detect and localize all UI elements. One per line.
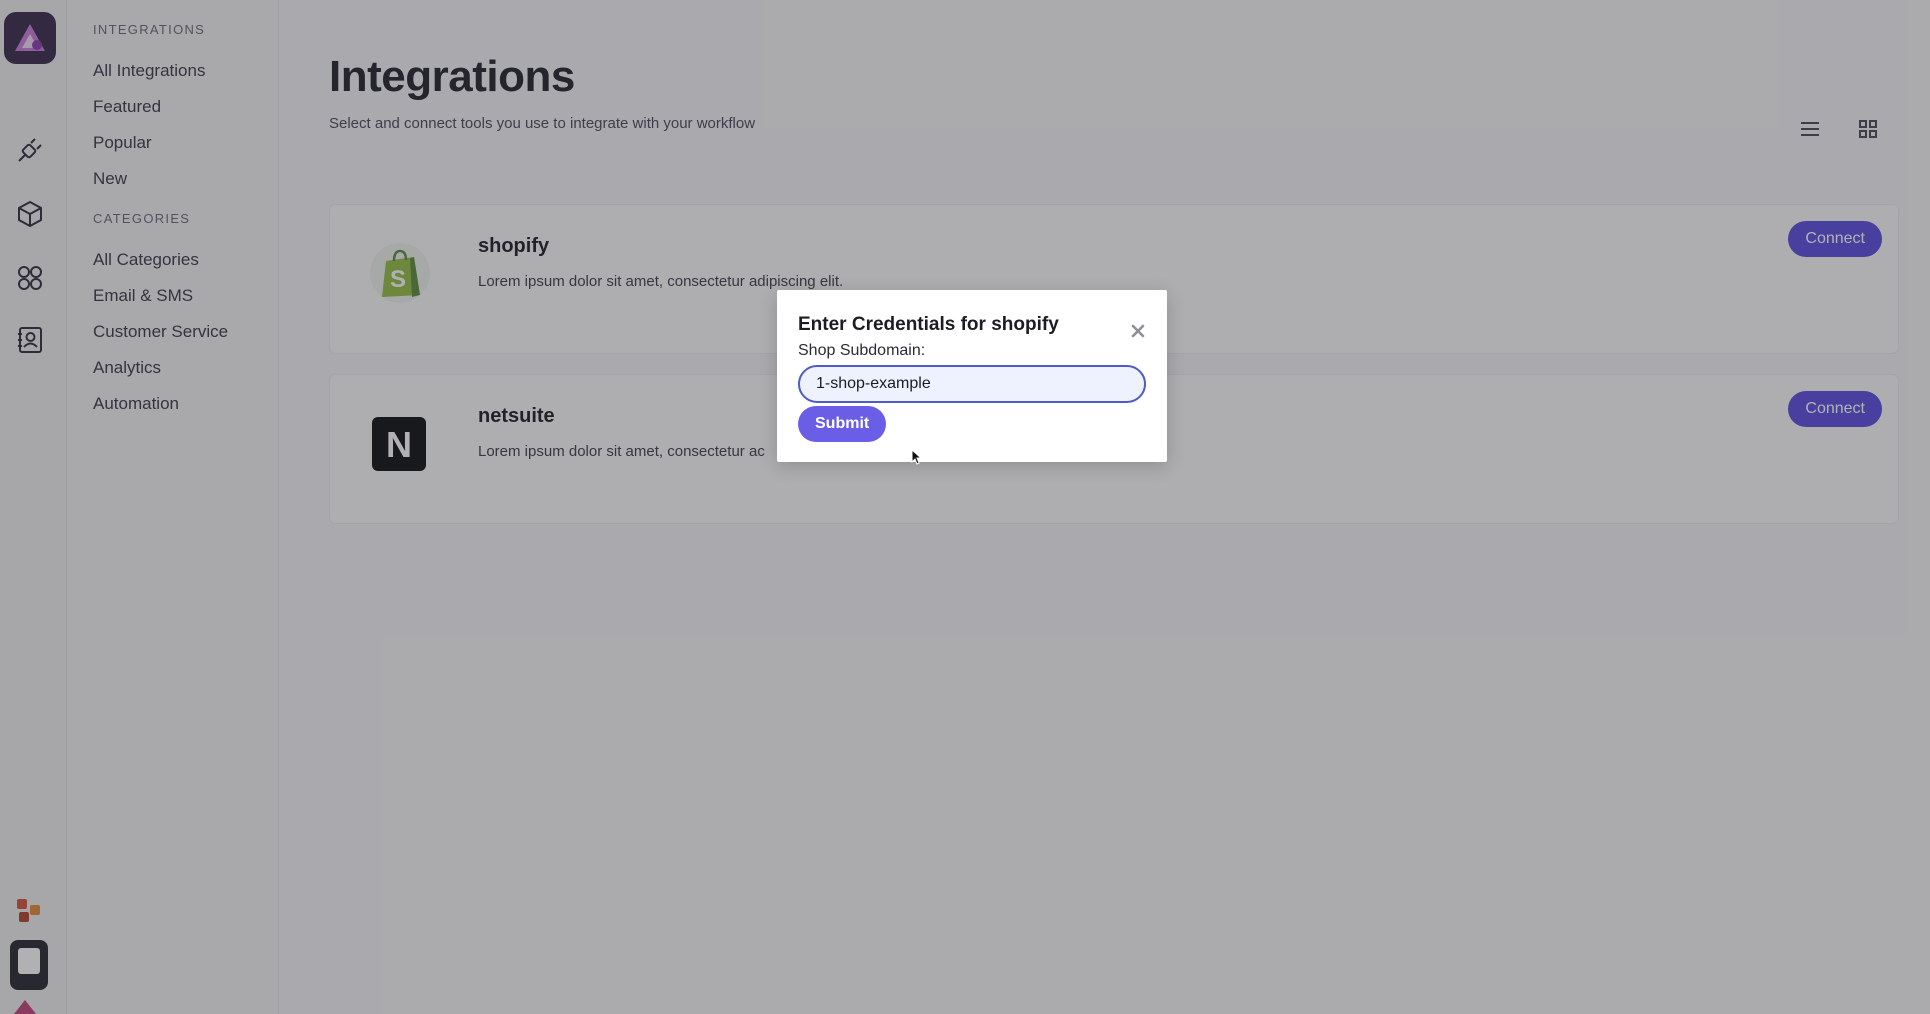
credentials-modal: Enter Credentials for shopify Shop Subdo…: [777, 290, 1167, 462]
modal-title: Enter Credentials for shopify: [798, 314, 1059, 335]
shop-subdomain-input[interactable]: [798, 365, 1146, 403]
mouse-cursor-icon: [911, 449, 923, 465]
shop-subdomain-label: Shop Subdomain:: [798, 342, 926, 359]
app-window: INTEGRATIONS All Integrations Featured P…: [0, 0, 1930, 1014]
close-icon[interactable]: [1129, 322, 1147, 340]
modal-backdrop[interactable]: [0, 0, 1930, 1014]
submit-button[interactable]: Submit: [798, 406, 887, 442]
